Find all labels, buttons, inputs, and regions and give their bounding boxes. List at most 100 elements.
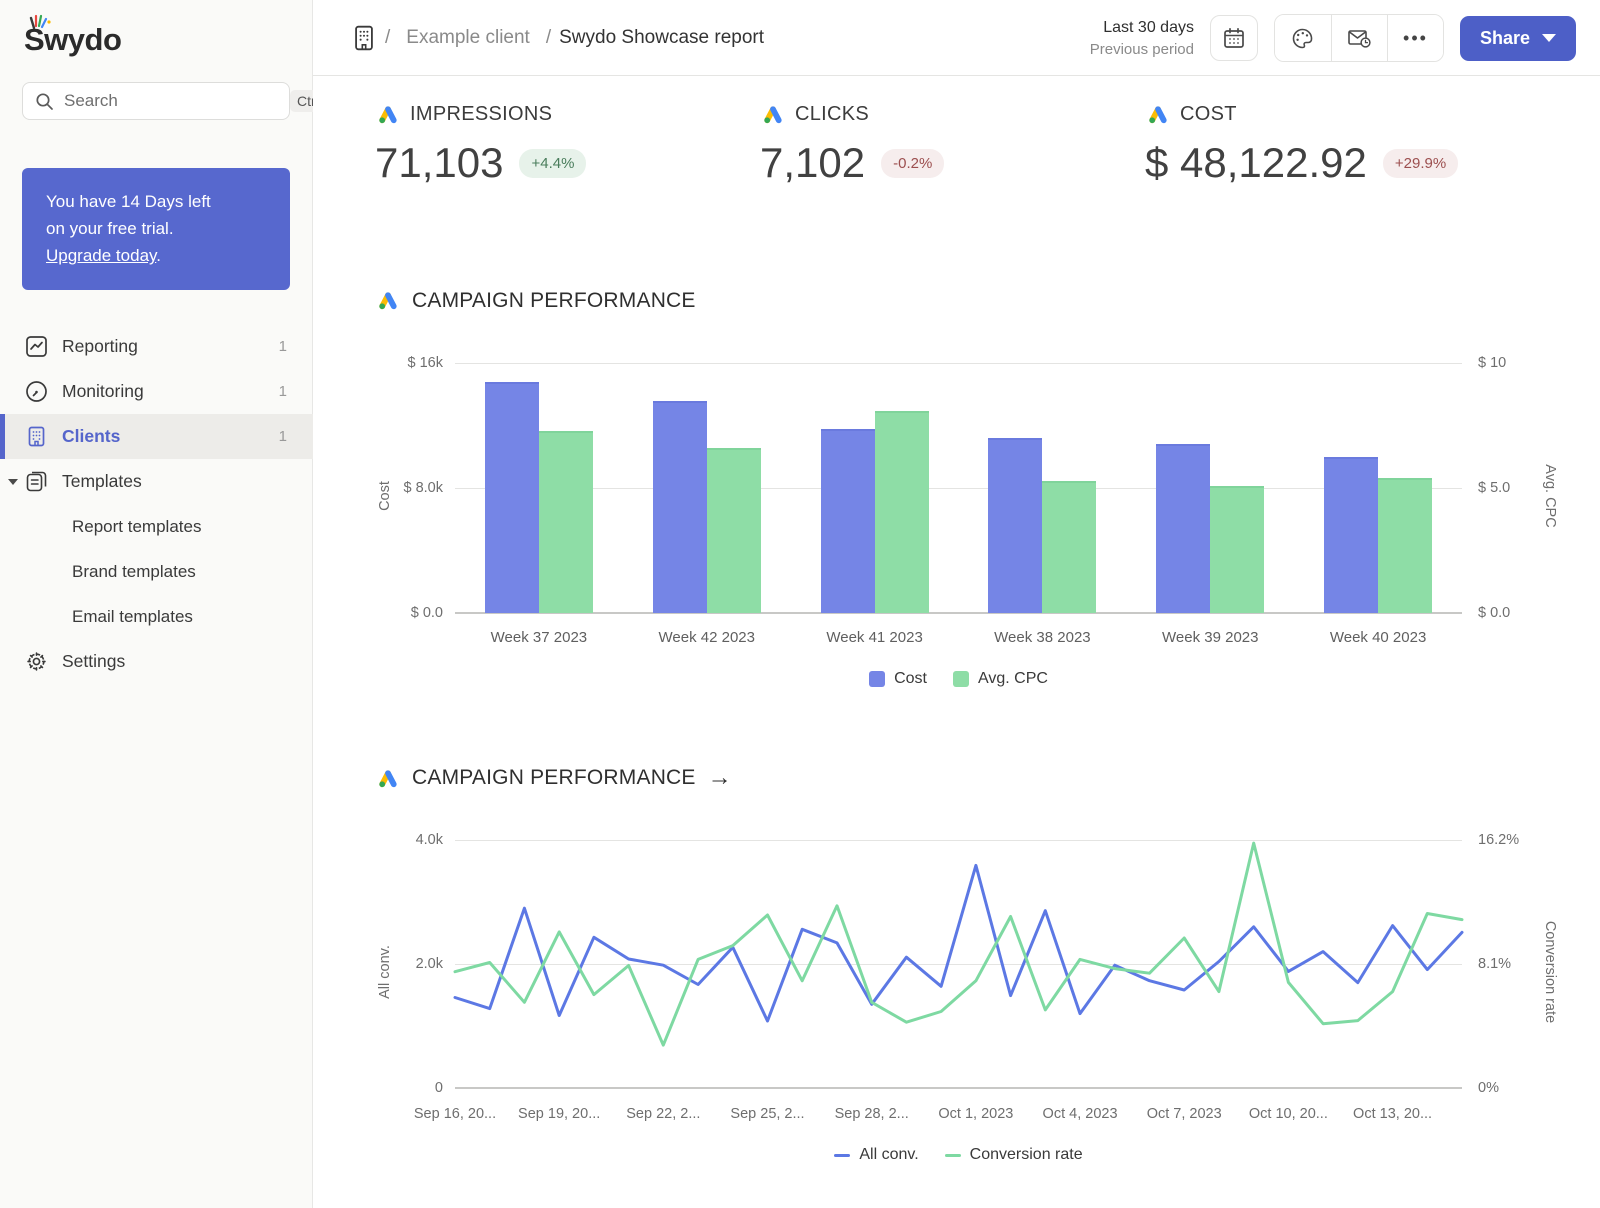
sidebar-item-count: 1 [279,383,287,400]
bar-left-axis-label: Cost [377,446,393,546]
google-ads-icon [760,102,785,127]
sidebar-item-templates[interactable]: Templates [0,459,313,504]
sidebar-item-clients[interactable]: Clients 1 [0,414,313,459]
trial-line1: You have 14 Days left [46,192,211,211]
kpi-label: COST [1180,103,1237,126]
axis-tick-right: 0% [1478,1080,1563,1096]
bar-avg-cpc [539,431,593,614]
axis-baseline [455,612,1462,614]
header-actions: Last 30 days Previous period ••• Share [1090,0,1576,76]
axis-tick-left: 2.0k [361,956,443,972]
bar-category-label: Week 39 2023 [1130,629,1290,646]
mail-clock-icon [1346,25,1372,51]
sidebar-item-count: 1 [279,338,287,355]
line-x-tick-label: Oct 4, 2023 [1030,1106,1130,1122]
axis-tick-right: $ 0.0 [1478,605,1563,621]
kpi-label: IMPRESSIONS [410,103,552,126]
gridline [455,488,1462,489]
clients-icon [24,425,48,449]
client-building-icon [351,24,377,52]
axis-tick-right: $ 10 [1478,355,1563,371]
sidebar-item-label: Clients [62,426,120,447]
sidebar-nav: Reporting 1 Monitoring 1 Clients 1 Templ… [0,324,313,684]
chevron-down-icon[interactable] [8,479,18,485]
legend-label: Conversion rate [970,1146,1083,1164]
line-x-tick-label: Sep 28, 2... [822,1106,922,1122]
kpi-impressions: IMPRESSIONS 71,103 +4.4% [375,102,586,187]
share-caret-icon [1542,34,1556,42]
kpi-value: 7,102 [760,139,865,187]
google-ads-icon [375,766,400,791]
sidebar-item-label: Settings [62,651,125,672]
more-options-button[interactable]: ••• [1387,15,1443,61]
bar-cost [988,438,1042,613]
legend-label: Avg. CPC [978,670,1048,688]
line-x-tick-label: Oct 7, 2023 [1134,1106,1234,1122]
line-x-tick-label: Sep 16, 20... [405,1106,505,1122]
line-chart-plot: All conv. Conversion rate 00%2.0k8.1%4.0… [455,840,1462,1088]
legend-swatch [945,1154,961,1157]
bar-chart-legend: Cost Avg. CPC [455,670,1462,688]
sidebar-item-count: 1 [279,428,287,445]
report-toolbar: ••• [1274,14,1444,62]
sidebar-item-label: Templates [62,471,142,492]
search-box[interactable]: Ctrl K [22,82,290,120]
sidebar-item-brand-templates[interactable]: Brand templates [0,549,313,594]
swydo-logo[interactable]: Swydo [24,14,121,62]
sidebar-item-label: Reporting [62,336,138,357]
date-range-selector[interactable]: Last 30 days Previous period [1090,16,1194,61]
arrow-right-icon: → [708,764,732,792]
schedule-email-button[interactable] [1331,15,1387,61]
search-input[interactable] [64,91,285,111]
trial-banner: You have 14 Days left on your free trial… [22,168,290,290]
legend-label: All conv. [859,1146,918,1164]
palette-icon [1290,26,1315,51]
axis-tick-right: 8.1% [1478,956,1563,972]
kpi-label: CLICKS [795,103,869,126]
axis-tick-left: 4.0k [361,832,443,848]
templates-icon [24,470,48,494]
sidebar-item-email-templates[interactable]: Email templates [0,594,313,639]
legend-label: Cost [894,670,927,688]
chart-title-text: CAMPAIGN PERFORMANCE [412,289,696,313]
bar-cost [1156,444,1210,613]
report-header: / Example client / Swydo Showcase report… [313,0,1600,76]
ellipsis-icon: ••• [1403,28,1428,49]
breadcrumb-separator: / [546,27,551,49]
axis-tick-left: 0 [361,1080,443,1096]
bar-avg-cpc [707,448,761,613]
bar-category-label: Week 37 2023 [459,629,619,646]
date-range-primary: Last 30 days [1090,16,1194,39]
monitoring-icon [24,380,48,404]
sidebar-item-report-templates[interactable]: Report templates [0,504,313,549]
line-chart-title[interactable]: CAMPAIGN PERFORMANCE → [375,764,732,792]
sidebar: Swydo Ctrl K You have 14 Days left on yo… [0,0,313,1208]
bar-category-label: Week 42 2023 [627,629,787,646]
gear-icon [24,650,48,674]
legend-item: All conv. [834,1146,918,1164]
axis-tick-right: $ 5.0 [1478,480,1563,496]
axis-tick-left: $ 0.0 [361,605,443,621]
bar-cost [1324,457,1378,613]
legend-swatch [869,671,885,687]
sidebar-item-reporting[interactable]: Reporting 1 [0,324,313,369]
bar-category-label: Week 40 2023 [1298,629,1458,646]
bar-chart-title: CAMPAIGN PERFORMANCE [375,288,696,313]
breadcrumb-separator: / [385,27,390,49]
sidebar-item-monitoring[interactable]: Monitoring 1 [0,369,313,414]
bar-right-axis-label: Avg. CPC [1542,441,1558,551]
upgrade-link[interactable]: Upgrade today [46,246,156,265]
date-range-secondary: Previous period [1090,39,1194,61]
line-x-tick-label: Sep 19, 20... [509,1106,609,1122]
share-button[interactable]: Share [1460,16,1576,61]
axis-tick-left: $ 16k [361,355,443,371]
breadcrumb-report-title: Swydo Showcase report [559,27,764,49]
sidebar-item-settings[interactable]: Settings [0,639,313,684]
calendar-button[interactable] [1210,15,1258,61]
bar-category-label: Week 41 2023 [795,629,955,646]
google-ads-icon [375,288,400,313]
breadcrumb-client[interactable]: Example client [406,27,530,49]
kpi-value: $ 48,122.92 [1145,139,1367,187]
logo-text: Swydo [24,22,121,57]
theme-button[interactable] [1275,15,1331,61]
